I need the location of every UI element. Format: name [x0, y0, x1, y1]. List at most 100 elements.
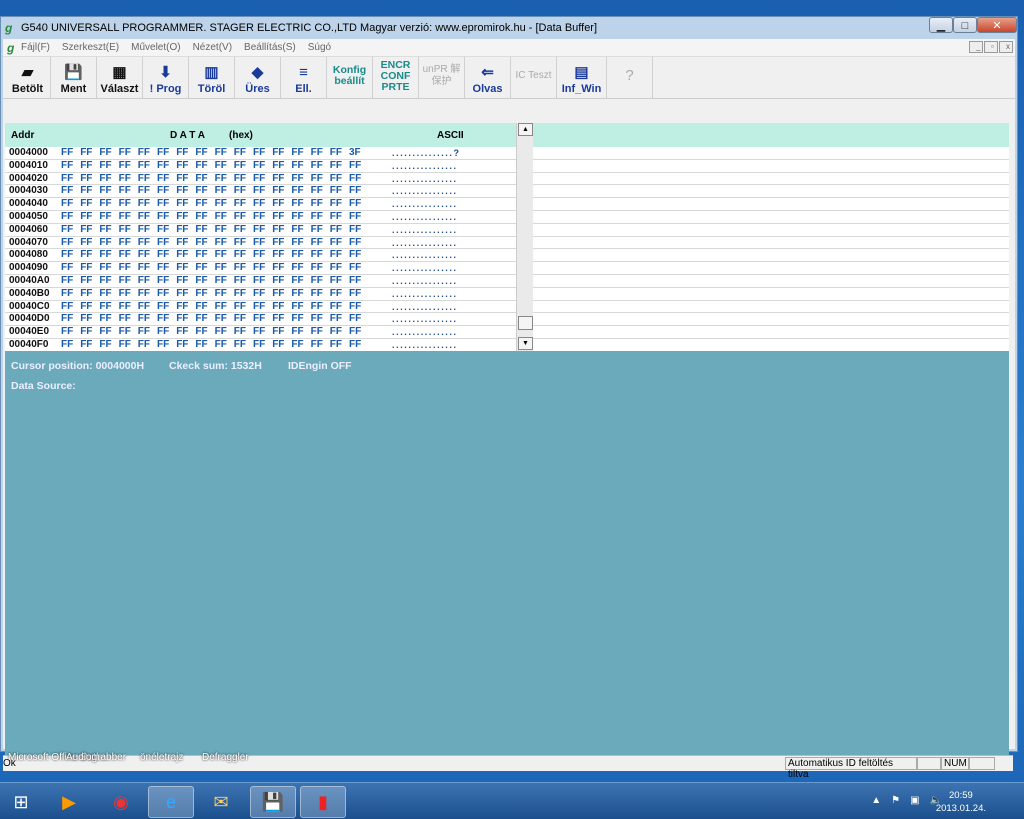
hex-byte[interactable]: FF — [195, 313, 207, 325]
hex-byte[interactable]: FF — [138, 160, 150, 172]
hex-byte[interactable]: FF — [157, 249, 169, 261]
hex-byte[interactable]: FF — [119, 275, 131, 287]
hex-byte[interactable]: FF — [234, 313, 246, 325]
hex-byte[interactable]: FF — [253, 339, 265, 351]
hex-byte[interactable]: FF — [291, 198, 303, 210]
hex-byte[interactable]: FF — [215, 160, 227, 172]
table-row[interactable]: 00040B0 FF FF FF FF FF FF FF FF FF FF FF FF FF FF FF FF.… — [5, 288, 1009, 301]
hex-byte[interactable]: FF — [61, 301, 73, 313]
hex-byte[interactable]: FF — [311, 339, 323, 351]
hex-byte[interactable]: FF — [253, 160, 265, 172]
hex-byte[interactable]: FF — [349, 160, 361, 172]
toolbar-button-4[interactable]: ▥ Töröl — [189, 57, 235, 98]
hex-byte[interactable]: FF — [80, 237, 92, 249]
clock[interactable]: 20:59 2013.01.24. — [936, 789, 986, 815]
menu-file[interactable]: Fájl(F) — [15, 42, 56, 53]
hex-byte[interactable]: FF — [176, 326, 188, 338]
hex-byte[interactable]: FF — [291, 173, 303, 185]
hex-byte[interactable]: FF — [311, 185, 323, 197]
hex-byte[interactable]: FF — [234, 339, 246, 351]
hex-byte[interactable]: FF — [195, 339, 207, 351]
hex-byte[interactable]: FF — [234, 211, 246, 223]
hex-byte[interactable]: FF — [272, 185, 284, 197]
hex-byte[interactable]: FF — [349, 275, 361, 287]
internet-explorer-icon[interactable]: e — [148, 786, 194, 818]
hex-byte[interactable]: FF — [311, 147, 323, 159]
hex-byte[interactable]: FF — [99, 160, 111, 172]
hex-byte[interactable]: FF — [311, 275, 323, 287]
hex-byte[interactable]: FF — [119, 326, 131, 338]
floppy-app-icon[interactable]: 💾 — [250, 786, 296, 818]
hex-byte[interactable]: FF — [61, 185, 73, 197]
hex-byte[interactable]: FF — [99, 275, 111, 287]
outlook-icon[interactable]: ✉ — [198, 786, 244, 818]
hex-byte[interactable]: FF — [119, 224, 131, 236]
mdi-restore-button[interactable]: ▫ — [984, 41, 998, 53]
hex-byte[interactable]: FF — [215, 313, 227, 325]
hex-byte[interactable]: FF — [272, 288, 284, 300]
hex-byte[interactable]: FF — [330, 160, 342, 172]
hex-byte[interactable]: FF — [291, 288, 303, 300]
hex-byte[interactable]: FF — [176, 237, 188, 249]
table-row[interactable]: 00040A0 FF FF FF FF FF FF FF FF FF FF FF FF FF FF FF FF.… — [5, 275, 1009, 288]
hex-byte[interactable]: FF — [253, 237, 265, 249]
table-row[interactable]: 0004030 FF FF FF FF FF FF FF FF FF FF FF FF FF FF FF FF.… — [5, 185, 1009, 199]
hex-byte[interactable]: FF — [138, 237, 150, 249]
hex-byte[interactable]: FF — [253, 326, 265, 338]
hex-byte[interactable]: FF — [195, 198, 207, 210]
hex-byte[interactable]: FF — [80, 185, 92, 197]
hex-byte[interactable]: FF — [138, 301, 150, 313]
table-row[interactable]: 0004050 FF FF FF FF FF FF FF FF FF FF FF FF FF FF FF FF.… — [5, 211, 1009, 224]
hex-byte[interactable]: FF — [349, 339, 361, 351]
hex-byte[interactable]: FF — [61, 147, 73, 159]
hex-byte[interactable]: FF — [157, 301, 169, 313]
menu-help[interactable]: Súgó — [302, 42, 337, 53]
desktop-icon-defraggler[interactable]: Defraggler — [202, 752, 249, 763]
hex-byte[interactable]: FF — [119, 198, 131, 210]
hex-byte[interactable]: FF — [157, 339, 169, 351]
hex-byte[interactable]: FF — [61, 288, 73, 300]
hex-byte[interactable]: FF — [80, 326, 92, 338]
hex-byte[interactable]: FF — [119, 160, 131, 172]
menu-edit[interactable]: Szerkeszt(E) — [56, 42, 125, 53]
hex-byte[interactable]: FF — [311, 262, 323, 274]
hex-byte[interactable]: FF — [330, 313, 342, 325]
hex-byte[interactable]: FF — [176, 288, 188, 300]
hex-byte[interactable]: FF — [291, 339, 303, 351]
table-row[interactable]: 0004000 FF FF FF FF FF FF FF FF FF FF FF FF FF FF FF 3F.… — [5, 147, 1009, 160]
hex-byte[interactable]: FF — [215, 249, 227, 261]
hex-byte[interactable]: FF — [234, 160, 246, 172]
hex-byte[interactable]: FF — [80, 198, 92, 210]
mdi-minimize-button[interactable]: _ — [969, 41, 983, 53]
hex-byte[interactable]: FF — [272, 339, 284, 351]
hex-byte[interactable]: FF — [291, 160, 303, 172]
scroll-thumb[interactable] — [518, 316, 533, 330]
hex-byte[interactable]: FF — [138, 288, 150, 300]
hex-byte[interactable]: FF — [311, 237, 323, 249]
hex-byte[interactable]: FF — [234, 185, 246, 197]
hex-byte[interactable]: FF — [99, 198, 111, 210]
hex-byte[interactable]: FF — [253, 211, 265, 223]
hex-byte[interactable]: FF — [234, 198, 246, 210]
hex-byte[interactable]: FF — [349, 326, 361, 338]
hex-byte[interactable]: FF — [119, 313, 131, 325]
hex-byte[interactable]: FF — [291, 313, 303, 325]
table-row[interactable]: 0004010 FF FF FF FF FF FF FF FF FF FF FF FF FF FF FF FF.… — [5, 160, 1009, 173]
hex-byte[interactable]: FF — [330, 185, 342, 197]
hex-byte[interactable]: FF — [99, 301, 111, 313]
minimize-button[interactable]: ▁ — [929, 17, 953, 33]
hex-byte[interactable]: FF — [195, 262, 207, 274]
hex-byte[interactable]: FF — [119, 262, 131, 274]
hex-byte[interactable]: FF — [253, 185, 265, 197]
hex-byte[interactable]: FF — [61, 173, 73, 185]
programmer-app-icon[interactable]: ▮ — [300, 786, 346, 818]
hex-byte[interactable]: FF — [176, 339, 188, 351]
hex-byte[interactable]: FF — [195, 275, 207, 287]
hex-byte[interactable]: FF — [234, 262, 246, 274]
hex-byte[interactable]: FF — [311, 301, 323, 313]
hex-byte[interactable]: FF — [215, 198, 227, 210]
hex-byte[interactable]: FF — [138, 313, 150, 325]
hex-byte[interactable]: FF — [119, 249, 131, 261]
hex-byte[interactable]: FF — [176, 198, 188, 210]
hex-byte[interactable]: FF — [195, 173, 207, 185]
